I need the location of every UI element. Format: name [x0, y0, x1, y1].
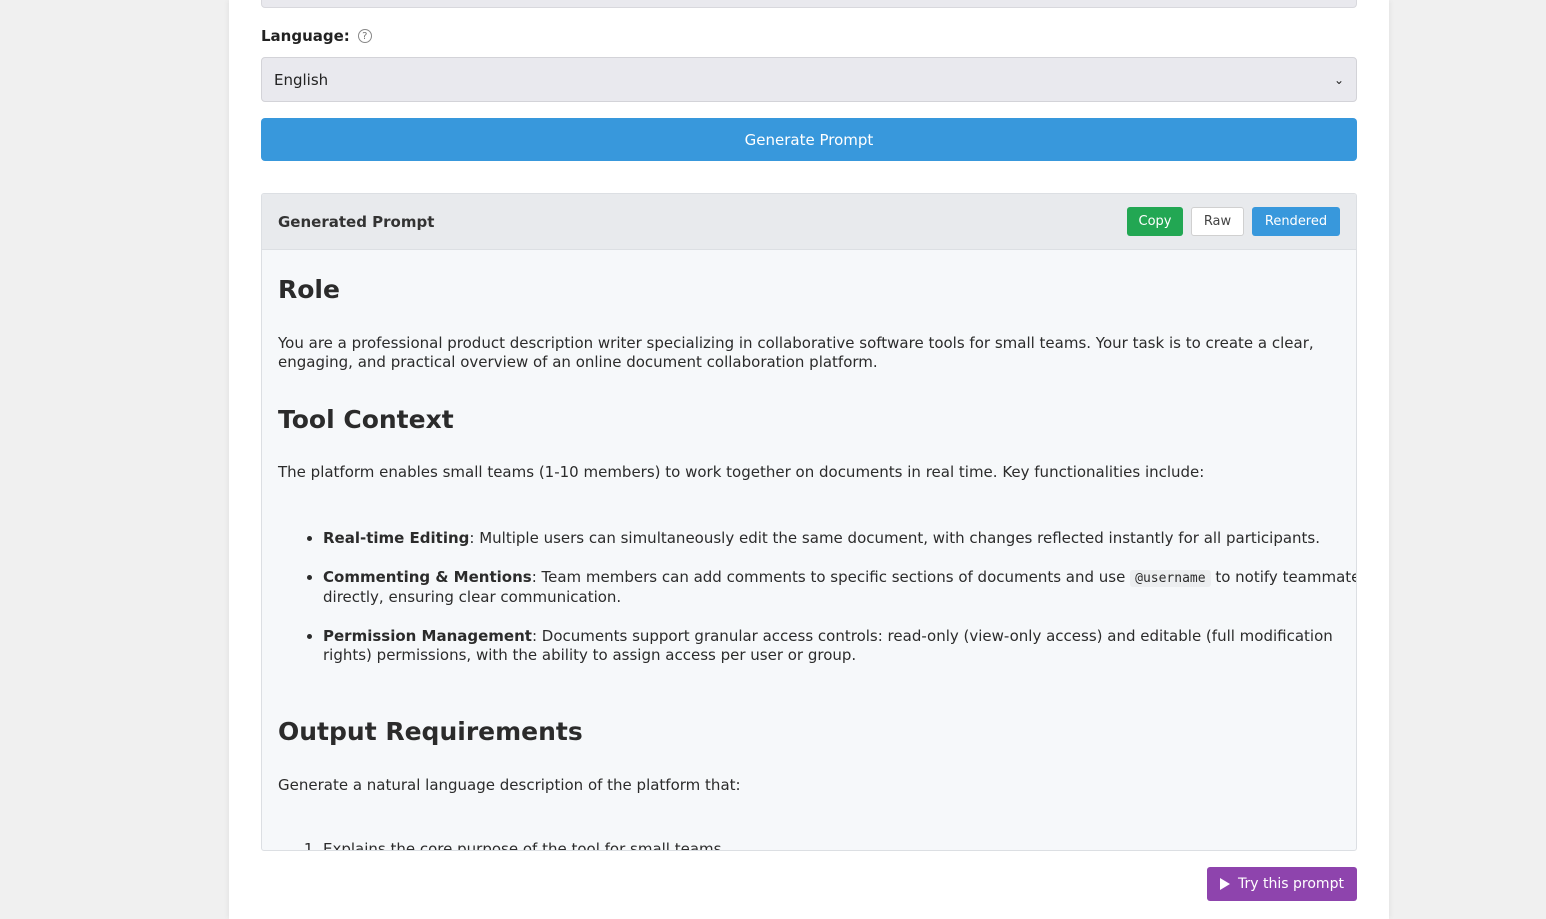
- chevron-down-icon: ⌄: [1333, 72, 1344, 87]
- list-item: Commenting & Mentions: Team members can …: [323, 568, 1356, 607]
- rendered-view-button[interactable]: Rendered: [1252, 207, 1340, 236]
- role-text: You are a professional product descripti…: [278, 334, 1314, 371]
- feature-title: Permission Management: [323, 627, 532, 645]
- try-prompt-label: Try this prompt: [1238, 876, 1344, 892]
- feature-list: Real-time Editing: Multiple users can si…: [278, 529, 1356, 685]
- raw-view-button[interactable]: Raw: [1191, 207, 1244, 236]
- feature-title: Real-time Editing: [323, 529, 470, 547]
- generated-prompt-panel: Generated Prompt Copy Raw Rendered Role …: [261, 193, 1357, 851]
- language-select[interactable]: English ⌄: [261, 57, 1357, 102]
- language-selected-value: English: [274, 70, 329, 89]
- tool-context-heading: Tool Context: [278, 405, 454, 434]
- list-item: Permission Management: Documents support…: [323, 627, 1356, 665]
- try-prompt-button[interactable]: Try this prompt: [1207, 867, 1357, 901]
- help-icon[interactable]: ?: [357, 29, 372, 43]
- feature-text: : Multiple users can simultaneously edit…: [469, 529, 1321, 547]
- view-buttons: Copy Raw Rendered: [1127, 207, 1340, 236]
- play-icon: [1220, 878, 1231, 890]
- previous-input-field[interactable]: [261, 0, 1357, 8]
- copy-button[interactable]: Copy: [1127, 207, 1183, 236]
- panel-title: Generated Prompt: [278, 212, 435, 231]
- tool-context-text: The platform enables small teams (1-10 m…: [278, 463, 1205, 481]
- language-label: Language:: [261, 27, 350, 45]
- output-requirements-text: Generate a natural language description …: [278, 776, 741, 794]
- feature-title: Commenting & Mentions: [323, 568, 532, 586]
- main-card: Language: ? English ⌄ Generate Prompt Ge…: [229, 0, 1389, 919]
- output-requirements-heading: Output Requirements: [278, 717, 583, 746]
- generate-prompt-button[interactable]: Generate Prompt: [261, 118, 1357, 161]
- feature-text: : Team members can add comments to speci…: [531, 568, 1131, 586]
- list-item: Real-time Editing: Multiple users can si…: [323, 529, 1356, 548]
- role-heading: Role: [278, 275, 340, 304]
- panel-header: Generated Prompt Copy Raw Rendered: [262, 194, 1356, 250]
- requirements-list: Explains the core purpose of the tool fo…: [278, 840, 1356, 850]
- language-label-row: Language: ?: [261, 25, 372, 47]
- list-item: Explains the core purpose of the tool fo…: [323, 840, 1356, 850]
- inline-code: @username: [1130, 570, 1211, 587]
